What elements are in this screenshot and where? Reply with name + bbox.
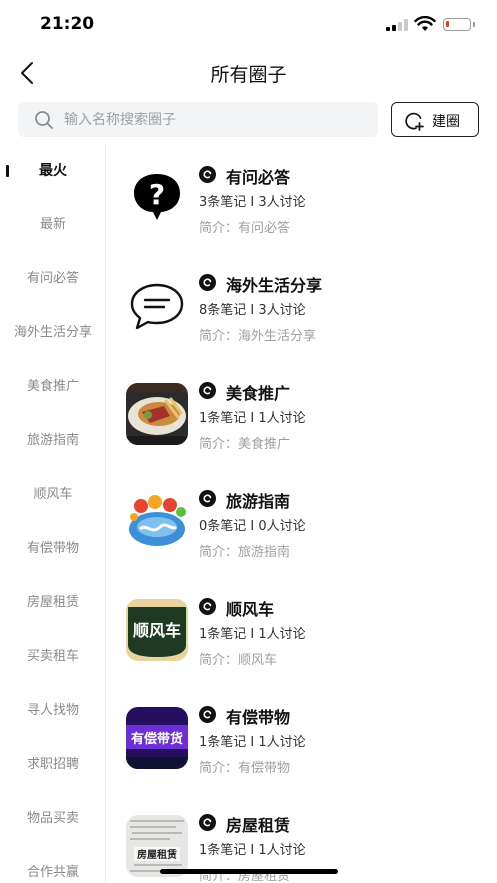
image-text: 房屋租赁 (137, 848, 177, 861)
sidebar-item-jobs[interactable]: 求职招聘 (0, 738, 106, 792)
sidebar-item-label: 物品买卖 (26, 811, 79, 826)
category-sidebar: 最火 最新 有问必答 海外生活分享 美食推广 旅游指南 顺风车 有偿带物 房屋租… (0, 144, 106, 883)
circle-name: 海外生活分享 (226, 276, 323, 295)
sidebar-item-food[interactable]: 美食推广 (0, 360, 106, 414)
circle-card[interactable]: 旅游指南 0条笔记 I 0人讨论 简介：旅游指南 (107, 468, 497, 576)
circle-intro: 简介：有偿带物 (199, 761, 291, 776)
sidebar-item-label: 买卖租车 (26, 649, 79, 664)
create-circle-button[interactable]: 建圈 (391, 102, 479, 137)
status-bar: 21:20 (0, 0, 497, 50)
sidebar-item-label: 顺风车 (33, 487, 73, 502)
sidebar-item-newest[interactable]: 最新 (0, 198, 106, 252)
sidebar-item-qa[interactable]: 有问必答 (0, 252, 106, 306)
sidebar-item-label: 寻人找物 (26, 703, 79, 718)
circle-stats: 3条笔记 I 3人讨论 (199, 195, 306, 210)
circle-intro: 简介：海外生活分享 (199, 329, 317, 344)
circle-intro: 简介：美食推广 (199, 437, 291, 452)
sidebar-item-label: 有问必答 (26, 271, 79, 286)
circle-card[interactable]: 顺风车 顺风车 1条笔记 I 1人讨论 简介：顺风车 (107, 576, 497, 684)
rental-notice-image: 房屋租赁 (126, 815, 188, 877)
circle-stats: 1条笔记 I 1人讨论 (199, 843, 306, 858)
circle-name: 房屋租赁 (226, 816, 291, 835)
active-indicator (6, 165, 9, 177)
circle-card[interactable]: 美食推广 1条笔记 I 1人讨论 简介：美食推广 (107, 360, 497, 468)
rideshare-sign-image: 顺风车 (126, 599, 188, 661)
circle-stats: 8条笔记 I 3人讨论 (199, 303, 306, 318)
sidebar-item-cooperation[interactable]: 合作共赢 (0, 846, 106, 883)
food-photo (126, 383, 188, 445)
status-time: 21:20 (40, 14, 95, 34)
search-box[interactable] (18, 102, 378, 137)
cellular-signal-icon (386, 19, 408, 31)
sidebar-item-rental[interactable]: 房屋租赁 (0, 576, 106, 630)
paid-delivery-image: 有偿带货 (126, 707, 188, 769)
battery-level (446, 21, 449, 27)
sidebar-item-car-trade[interactable]: 买卖租车 (0, 630, 106, 684)
wifi-icon (414, 16, 436, 31)
sidebar-item-paid-delivery[interactable]: 有偿带物 (0, 522, 106, 576)
circle-card[interactable]: 有偿带货 有偿带物 1条笔记 I 1人讨论 简介：有偿带物 (107, 684, 497, 792)
page-title: 所有圈子 (210, 64, 287, 86)
circle-badge-icon (199, 490, 216, 507)
sidebar-item-lost-found[interactable]: 寻人找物 (0, 684, 106, 738)
circle-stats: 1条笔记 I 1人讨论 (199, 411, 306, 426)
travel-globe-image (126, 491, 188, 553)
sidebar-item-label: 最火 (39, 163, 67, 179)
circle-name: 有偿带物 (226, 708, 291, 727)
circle-badge-icon (199, 166, 216, 183)
sidebar-item-label: 旅游指南 (26, 433, 79, 448)
question-bubble-icon: ? (134, 174, 180, 220)
sidebar-item-hottest[interactable]: 最火 (0, 144, 106, 198)
circle-badge-icon (199, 814, 216, 831)
circle-name: 顺风车 (226, 600, 275, 619)
search-icon (35, 111, 53, 129)
sidebar-item-label: 海外生活分享 (13, 325, 92, 340)
circle-name: 美食推广 (226, 384, 291, 403)
sidebar-item-label: 有偿带物 (26, 541, 79, 556)
create-circle-icon (405, 112, 424, 131)
sidebar-item-overseas-life[interactable]: 海外生活分享 (0, 306, 106, 360)
image-text: 有偿带货 (131, 731, 183, 747)
circle-badge-icon (199, 274, 216, 291)
circle-stats: 1条笔记 I 1人讨论 (199, 735, 306, 750)
image-text: 顺风车 (133, 621, 181, 640)
sidebar-item-travel[interactable]: 旅游指南 (0, 414, 106, 468)
create-circle-label: 建圈 (432, 114, 460, 130)
battery-icon (443, 18, 475, 31)
chat-bubble-icon (130, 283, 184, 330)
circle-badge-icon (199, 598, 216, 615)
sidebar-item-label: 合作共赢 (26, 865, 79, 880)
circle-badge-icon (199, 382, 216, 399)
circle-intro: 简介：顺风车 (199, 653, 278, 668)
circle-name: 旅游指南 (226, 492, 291, 511)
circle-stats: 0条笔记 I 0人讨论 (199, 519, 306, 534)
sidebar-item-goods-trade[interactable]: 物品买卖 (0, 792, 106, 846)
circle-badge-icon (199, 706, 216, 723)
circle-intro: 简介：有问必答 (199, 221, 291, 236)
circle-stats: 1条笔记 I 1人讨论 (199, 627, 306, 642)
sidebar-item-label: 求职招聘 (26, 757, 79, 772)
home-indicator (160, 869, 338, 874)
circle-intro: 简介：房屋租赁 (199, 869, 291, 883)
circle-intro: 简介：旅游指南 (199, 545, 291, 560)
sidebar-item-label: 最新 (39, 217, 66, 232)
circle-name: 有问必答 (226, 168, 291, 187)
sidebar-item-rideshare[interactable]: 顺风车 (0, 468, 106, 522)
svg-text:?: ? (149, 178, 165, 211)
sidebar-item-label: 美食推广 (26, 379, 79, 394)
sidebar-item-label: 房屋租赁 (26, 595, 79, 610)
circle-card[interactable]: ? 有问必答 3条笔记 I 3人讨论 简介：有问必答 (107, 144, 497, 252)
circle-list: ? 有问必答 3条笔记 I 3人讨论 简介：有问必答 海外生活分享 8条笔记 I… (107, 144, 497, 883)
search-input[interactable] (64, 102, 364, 137)
circle-card[interactable]: 海外生活分享 8条笔记 I 3人讨论 简介：海外生活分享 (107, 252, 497, 360)
